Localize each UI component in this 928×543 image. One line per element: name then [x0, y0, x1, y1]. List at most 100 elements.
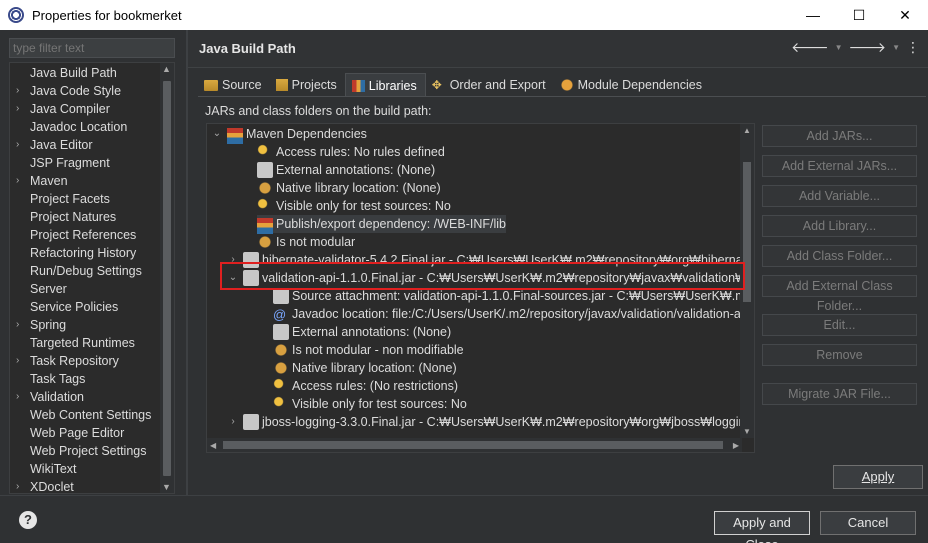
sidebar-item[interactable]: JSP Fragment	[10, 154, 174, 172]
sidebar-item-label: Java Code Style	[30, 84, 122, 98]
nav-scrollbar[interactable]: ▲ ▼	[160, 63, 174, 493]
tree-row[interactable]: External annotations: (None)	[257, 161, 435, 179]
scroll-up-icon[interactable]: ▲	[743, 126, 751, 135]
tree-horizontal-scrollbar[interactable]: ◀ ▶	[207, 438, 742, 452]
sidebar-item[interactable]: › Task Repository	[10, 352, 174, 370]
tree-row[interactable]: @ Javadoc location: file:/C:/Users/UserK/…	[273, 305, 748, 323]
sidebar-item[interactable]: Project Facets	[10, 190, 174, 208]
sidebar-item-label: Refactoring History	[30, 246, 137, 260]
sidebar-item[interactable]: Task Tags	[10, 370, 174, 388]
tree-row[interactable]: Visible only for test sources: No	[273, 395, 467, 413]
sidebar-item[interactable]: Server	[10, 280, 174, 298]
chevron-right-icon[interactable]: ›	[16, 136, 19, 154]
sidebar-item[interactable]: Web Project Settings	[10, 442, 174, 460]
sidebar-item[interactable]: Javadoc Location	[10, 118, 174, 136]
apply-and-close-button[interactable]: Apply and Close	[714, 511, 810, 543]
add-class-folder-button[interactable]: Add Class Folder...	[762, 245, 917, 267]
sidebar-item[interactable]: Run/Debug Settings	[10, 262, 174, 280]
sidebar-item-label: Task Repository	[30, 354, 119, 368]
sidebar-item[interactable]: Java Build Path	[10, 64, 174, 82]
edit-button[interactable]: Edit...	[762, 314, 917, 336]
tab-source[interactable]: Source	[198, 73, 270, 97]
native-library-icon	[257, 234, 273, 250]
apply-button[interactable]: Apply	[833, 465, 923, 489]
tab-order-export[interactable]: ✥ Order and Export	[426, 73, 554, 97]
access-rule-icon	[273, 378, 289, 394]
tab-bar: Source Projects Libraries ✥ Order and Ex…	[198, 73, 710, 97]
sidebar-item[interactable]: › XDoclet	[10, 478, 174, 494]
chevron-right-icon[interactable]: ›	[16, 100, 19, 118]
chevron-right-icon[interactable]: ›	[227, 413, 239, 431]
tree-row[interactable]: Visible only for test sources: No	[257, 197, 451, 215]
forward-menu-icon[interactable]: ▼	[892, 43, 900, 56]
nav-scroll-thumb[interactable]	[163, 81, 171, 476]
scroll-left-icon[interactable]: ◀	[210, 441, 216, 450]
scroll-down-icon[interactable]: ▼	[743, 427, 751, 436]
sidebar-item[interactable]: Web Page Editor	[10, 424, 174, 442]
migrate-jar-button[interactable]: Migrate JAR File...	[762, 383, 917, 405]
tab-libraries[interactable]: Libraries	[344, 73, 426, 97]
add-variable-button[interactable]: Add Variable...	[762, 185, 917, 207]
add-jars-button[interactable]: Add JARs...	[762, 125, 917, 147]
back-arrow-icon[interactable]: 🡐	[791, 39, 829, 56]
close-button[interactable]: ✕	[882, 0, 928, 30]
scroll-down-icon[interactable]: ▼	[162, 482, 171, 492]
forward-arrow-icon[interactable]: 🡒	[849, 39, 887, 56]
back-menu-icon[interactable]: ▼	[835, 43, 843, 56]
sidebar-item[interactable]: Targeted Runtimes	[10, 334, 174, 352]
eclipse-icon	[8, 7, 24, 23]
sidebar-item[interactable]: WikiText	[10, 460, 174, 478]
tree-row[interactable]: ⌄ Maven Dependencies	[211, 125, 367, 144]
module-icon	[559, 78, 574, 92]
tab-projects[interactable]: Projects	[270, 73, 345, 97]
sidebar-item[interactable]: › Java Code Style	[10, 82, 174, 100]
tree-row[interactable]: Publish/export dependency: /WEB-INF/lib	[257, 215, 506, 234]
add-library-button[interactable]: Add Library...	[762, 215, 917, 237]
filter-input[interactable]	[9, 38, 175, 58]
sidebar-item[interactable]: Project Natures	[10, 208, 174, 226]
view-menu-icon[interactable]: ⋮	[906, 39, 920, 56]
minimize-button[interactable]: —	[790, 0, 836, 30]
sidebar-item[interactable]: › Java Editor	[10, 136, 174, 154]
tree-row[interactable]: Is not modular - non modifiable	[273, 341, 464, 359]
add-external-class-folder-button[interactable]: Add External Class Folder...	[762, 275, 917, 313]
tab-module-dependencies[interactable]: Module Dependencies	[554, 73, 710, 97]
sidebar-item[interactable]: › Maven	[10, 172, 174, 190]
sidebar-item[interactable]: Project References	[10, 226, 174, 244]
sidebar: Java Build Path › Java Code Style › Java Com…	[0, 30, 186, 495]
chevron-right-icon[interactable]: ›	[16, 388, 19, 406]
chevron-right-icon[interactable]: ›	[16, 82, 19, 100]
tree-row[interactable]: › jboss-logging-3.3.0.Final.jar - C:₩User…	[227, 413, 754, 431]
chevron-right-icon[interactable]: ›	[16, 478, 19, 493]
sidebar-item[interactable]: › Spring	[10, 316, 174, 334]
chevron-down-icon[interactable]: ⌄	[211, 125, 223, 143]
add-external-jars-button[interactable]: Add External JARs...	[762, 155, 917, 177]
tree-row[interactable]: Is not modular	[257, 233, 355, 251]
tab-label: Libraries	[368, 78, 417, 93]
scroll-up-icon[interactable]: ▲	[162, 64, 171, 74]
sash[interactable]	[186, 30, 188, 495]
sidebar-item[interactable]: › Java Compiler	[10, 100, 174, 118]
sidebar-item[interactable]: › Validation	[10, 388, 174, 406]
scroll-right-icon[interactable]: ▶	[733, 441, 739, 450]
jar-icon	[273, 324, 289, 340]
sidebar-item-label: XDoclet	[30, 480, 74, 494]
sidebar-item[interactable]: Web Content Settings	[10, 406, 174, 424]
tree-row[interactable]: Native library location: (None)	[257, 179, 441, 197]
remove-button[interactable]: Remove	[762, 344, 917, 366]
highlight-annotation-box	[220, 262, 745, 290]
tree-row[interactable]: Access rules: No rules defined	[257, 143, 445, 161]
sidebar-item-label: Java Build Path	[30, 66, 117, 80]
tree-hscroll-thumb[interactable]	[223, 441, 723, 449]
help-icon[interactable]: ?	[19, 511, 37, 529]
cancel-button[interactable]: Cancel	[820, 511, 916, 535]
chevron-right-icon[interactable]: ›	[16, 316, 19, 334]
tree-row[interactable]: External annotations: (None)	[273, 323, 451, 341]
chevron-right-icon[interactable]: ›	[16, 172, 19, 190]
maximize-button[interactable]: ☐	[836, 0, 882, 30]
tree-row[interactable]: Access rules: (No restrictions)	[273, 377, 458, 395]
sidebar-item[interactable]: Refactoring History	[10, 244, 174, 262]
sidebar-item[interactable]: Service Policies	[10, 298, 174, 316]
chevron-right-icon[interactable]: ›	[16, 352, 19, 370]
tree-row[interactable]: Native library location: (None)	[273, 359, 457, 377]
